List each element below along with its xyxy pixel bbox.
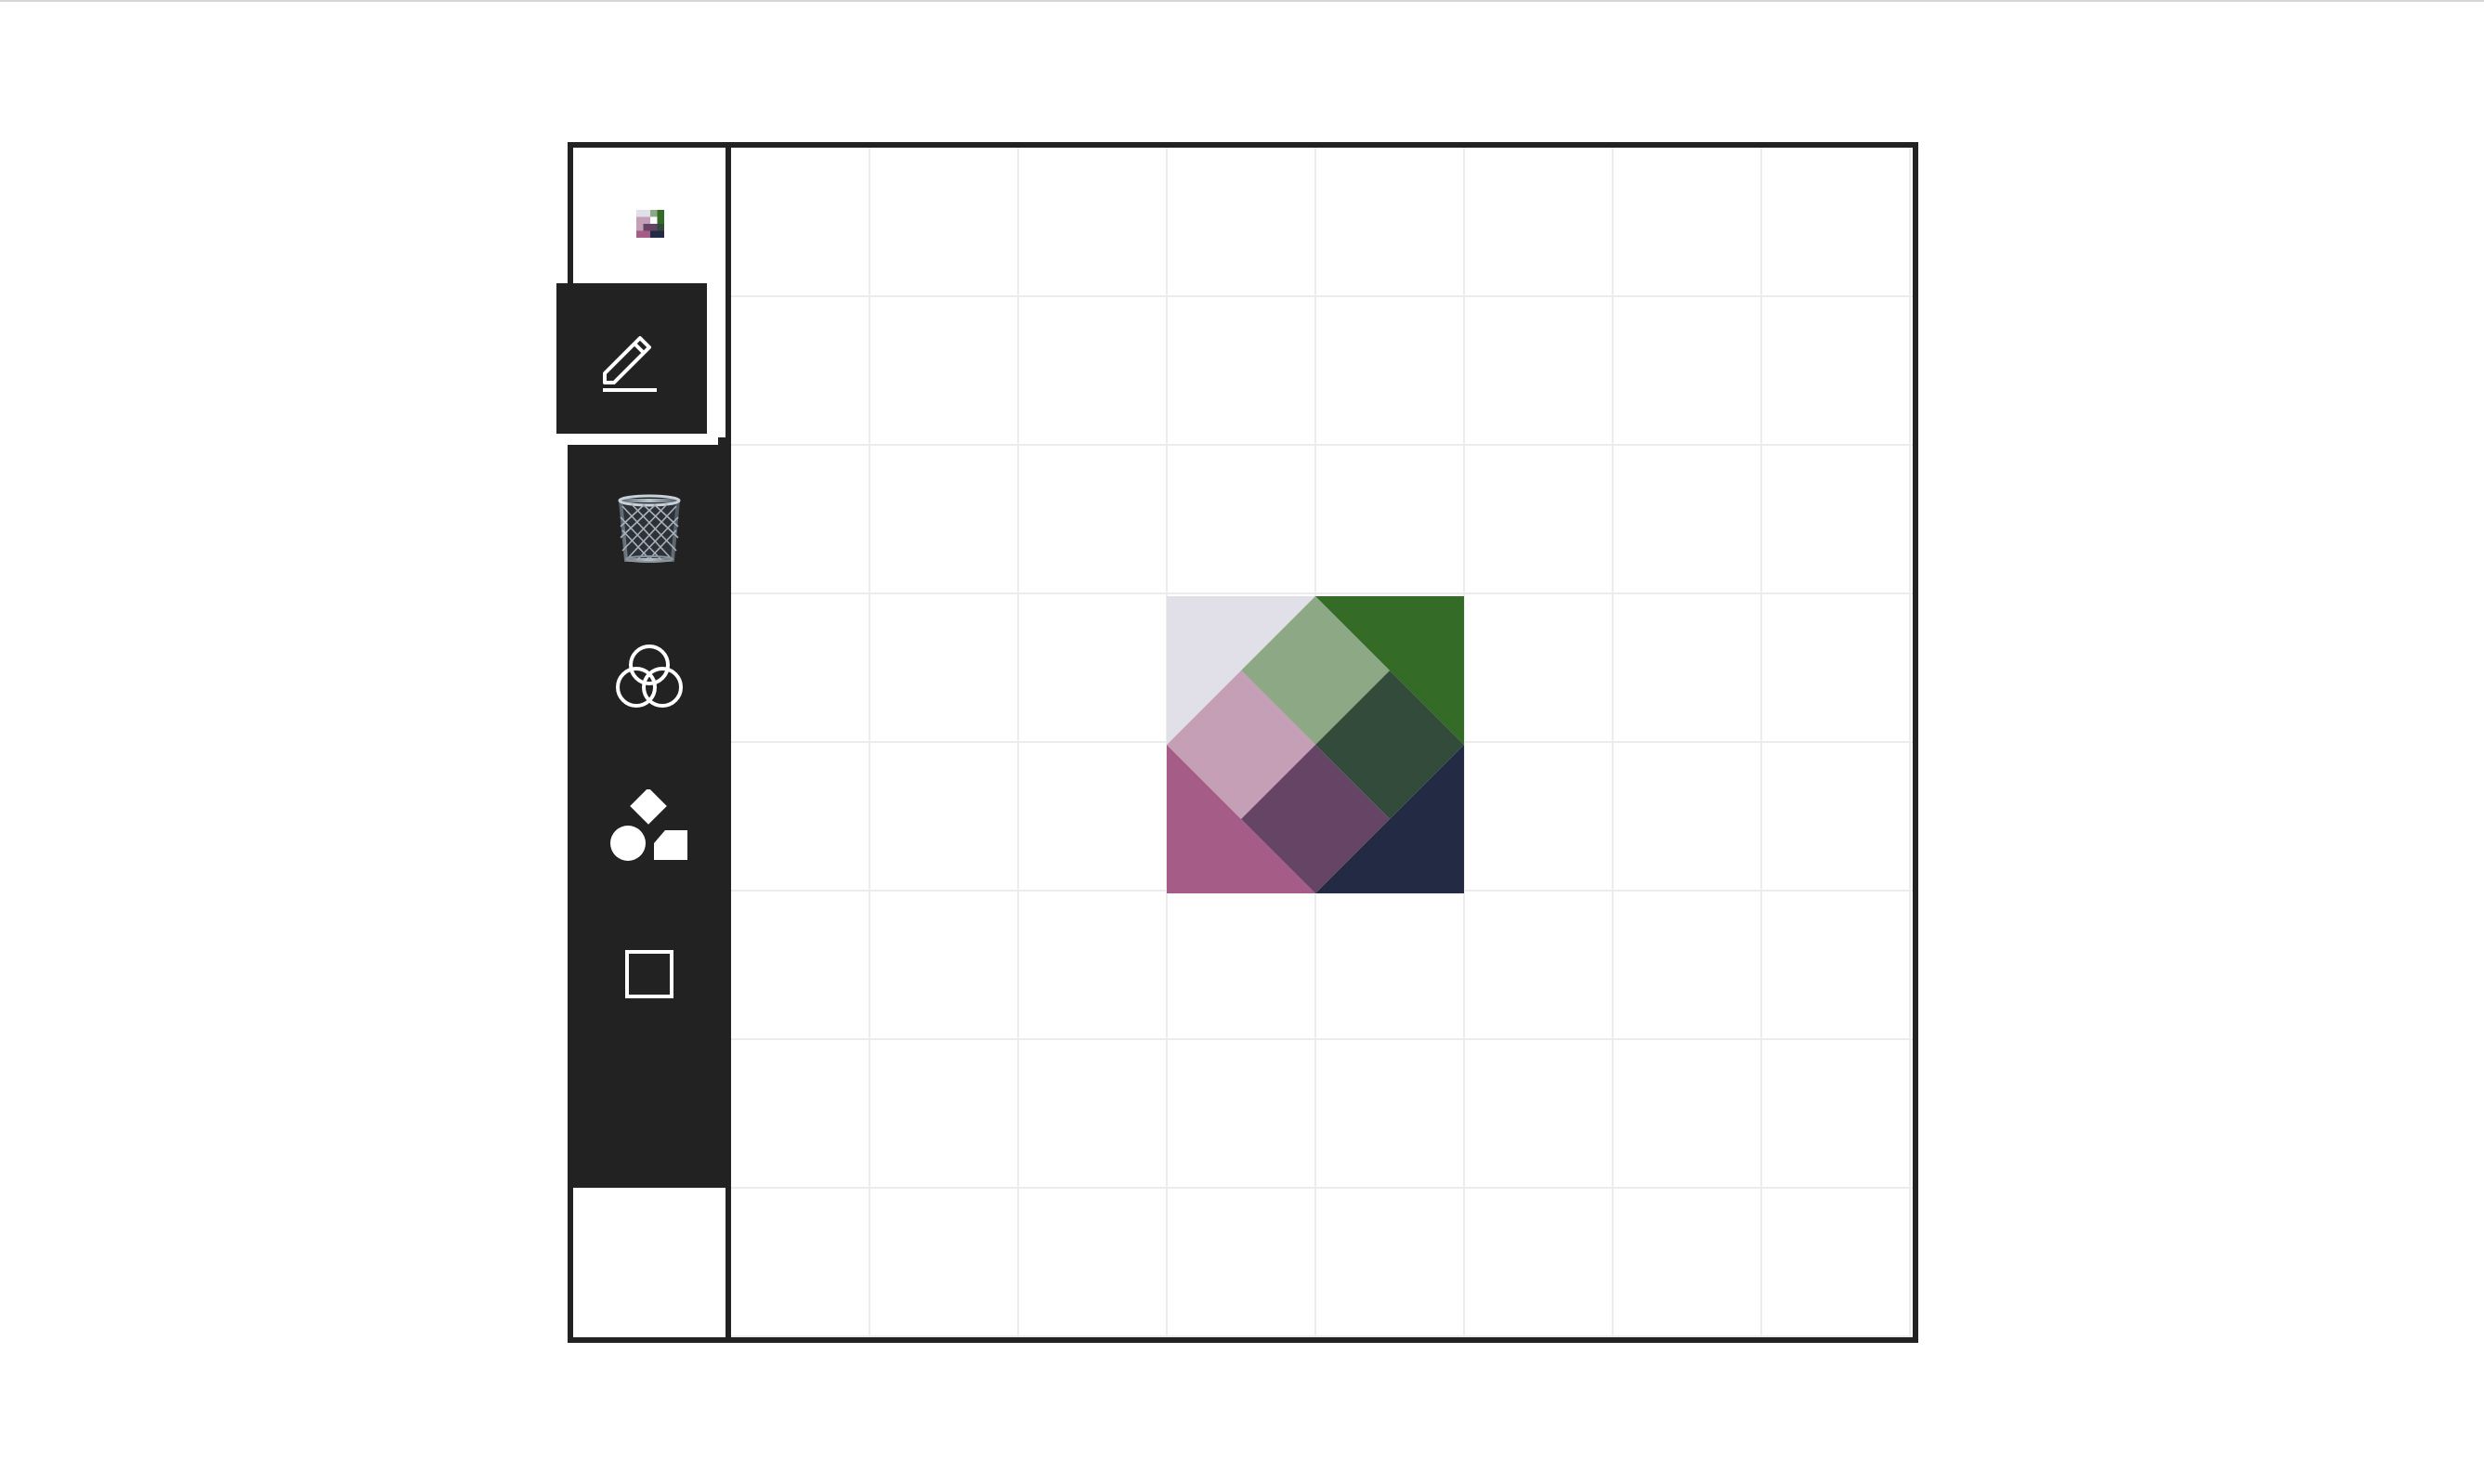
rectangle-tool-button[interactable] — [573, 900, 726, 1048]
window-top-border — [0, 0, 2484, 2]
app-frame — [556, 142, 1918, 1343]
square-outline-icon — [625, 950, 673, 998]
tool-sidebar — [556, 148, 731, 1337]
trash-tool-button[interactable] — [573, 454, 726, 603]
drawing-canvas[interactable] — [731, 148, 1913, 1337]
pen-tool-button[interactable] — [556, 283, 707, 434]
shapes-tool-button[interactable] — [573, 751, 726, 900]
wastebasket-icon — [618, 494, 681, 563]
color-swatch — [1167, 596, 1464, 893]
pencil-icon — [603, 336, 657, 392]
overlapping-circles-icon — [616, 644, 683, 708]
pixel-palette-logo-icon — [636, 210, 664, 238]
shapes-icon — [610, 789, 687, 861]
blend-tool-button[interactable] — [573, 603, 726, 751]
